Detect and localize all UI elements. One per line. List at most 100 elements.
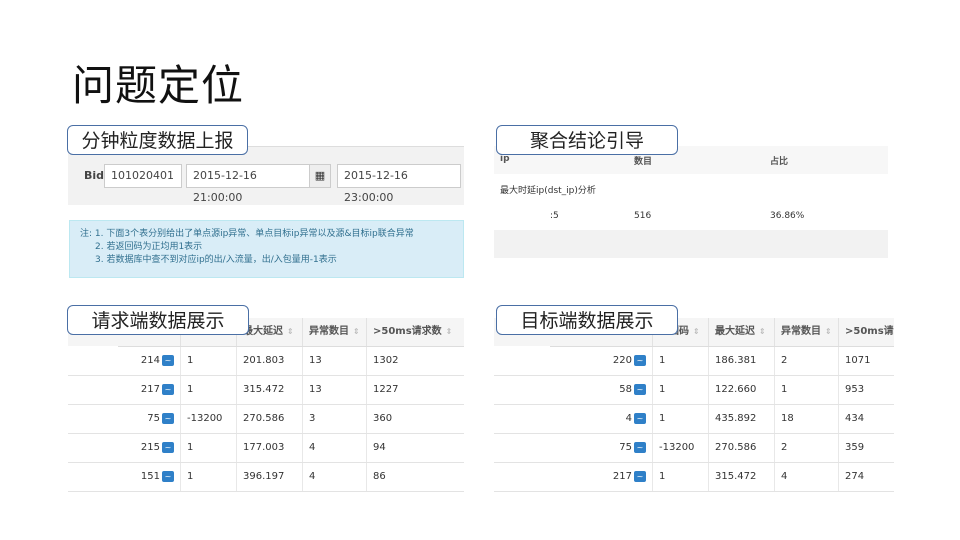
table-row[interactable]: 151 ~ 1 396.197 4 86 <box>68 463 464 492</box>
line-chart-icon[interactable]: ~ <box>634 470 646 482</box>
abnormal-cell: 4 <box>302 434 315 462</box>
calendar-icon[interactable]: ▦ <box>309 164 331 188</box>
max-delay-cell: 396.197 <box>236 463 284 491</box>
sort-icon[interactable]: ⇕ <box>693 327 700 336</box>
table-row[interactable]: 75 ~ -13200 270.586 2 359 <box>494 434 894 463</box>
table-row[interactable]: 4 ~ 1 435.892 18 434 <box>494 405 894 434</box>
table-row[interactable]: 217 ~ 1 315.472 13 1227 <box>68 376 464 405</box>
ip-cell: 151 ~ <box>68 463 174 491</box>
table-row[interactable]: 58 ~ 1 122.660 1 953 <box>494 376 894 405</box>
line-chart-icon[interactable]: ~ <box>634 441 646 453</box>
request-table: 最大延迟 ⇕ 异常数目 ⇕ >50ms请求数 ⇕ 214 ~ 1 201.803 13 … <box>68 318 464 492</box>
abnormal-cell: 1 <box>774 376 787 404</box>
over50-cell: 94 <box>366 434 386 462</box>
abnormal-cell: 18 <box>774 405 794 433</box>
note-box: 注: 1. 下面3个表分别给出了单点源ip异常、单点目标ip异常以及源&目标ip… <box>69 220 464 278</box>
table-row[interactable]: 220 ~ 1 186.381 2 1071 <box>494 347 894 376</box>
max-delay-cell: 201.803 <box>236 347 284 375</box>
aggregation-subtitle-row: 最大时延ip(dst_ip)分析 <box>494 174 888 203</box>
abnormal-cell: 3 <box>302 405 315 433</box>
over50-cell: 434 <box>838 405 864 433</box>
tgt-th-over50[interactable]: >50ms请求 <box>838 318 894 346</box>
aggregation-footer <box>494 230 888 258</box>
page-title: 问题定位 <box>72 61 245 110</box>
tgt-th-max-delay[interactable]: 最大延迟 ⇕ <box>708 318 774 346</box>
req-th-abnormal[interactable]: 异常数目 ⇕ <box>302 318 366 346</box>
code-cell: -13200 <box>652 434 694 462</box>
note-line-3: 3. 若数据库中查不到对应ip的出/入流量，出/入包量用-1表示 <box>95 255 337 265</box>
label-minute-report: 分钟粒度数据上报 <box>67 125 248 155</box>
table-row[interactable]: 214 ~ 1 201.803 13 1302 <box>68 347 464 376</box>
code-cell: 1 <box>652 376 665 404</box>
abnormal-cell: 13 <box>302 376 322 404</box>
label-request-side: 请求端数据展示 <box>67 305 249 335</box>
line-chart-icon[interactable]: ~ <box>162 383 174 395</box>
note-line-1: 注: 1. 下面3个表分别给出了单点源ip异常、单点目标ip异常以及源&目标ip… <box>80 229 414 239</box>
abnormal-cell: 13 <box>302 347 322 375</box>
sort-icon[interactable]: ⇕ <box>759 327 766 336</box>
abnormal-cell: 4 <box>302 463 315 491</box>
line-chart-icon[interactable]: ~ <box>634 412 646 424</box>
line-chart-icon[interactable]: ~ <box>162 412 174 424</box>
sort-icon[interactable]: ⇕ <box>825 327 832 336</box>
abnormal-cell: 2 <box>774 434 787 462</box>
over50-cell: 274 <box>838 463 864 491</box>
note-line-2: 2. 若返回码为正均用1表示 <box>95 242 203 252</box>
table-row[interactable]: 215 ~ 1 177.003 4 94 <box>68 434 464 463</box>
over50-cell: 86 <box>366 463 386 491</box>
code-cell: 1 <box>180 463 193 491</box>
bid-input[interactable]: 101020401 <box>104 164 182 188</box>
label-target-side: 目标端数据展示 <box>496 305 678 335</box>
line-chart-icon[interactable]: ~ <box>162 470 174 482</box>
max-delay-cell: 177.003 <box>236 434 284 462</box>
max-delay-cell: 315.472 <box>236 376 284 404</box>
table-row[interactable]: 75 ~ -13200 270.586 3 360 <box>68 405 464 434</box>
agg-subtitle: 最大时延ip(dst_ip)分析 <box>500 186 596 196</box>
code-cell: 1 <box>652 463 665 491</box>
agg-header-ratio: 占比 <box>770 157 789 167</box>
aggregation-row: :5 516 36.86% <box>494 202 888 231</box>
line-chart-icon[interactable]: ~ <box>162 354 174 366</box>
agg-row-ip: :5 <box>550 211 559 221</box>
ip-cell: 75 ~ <box>68 405 174 433</box>
sort-icon[interactable]: ⇕ <box>446 327 453 336</box>
line-chart-icon[interactable]: ~ <box>634 354 646 366</box>
ip-cell: 217 ~ <box>68 376 174 404</box>
start-time-input[interactable]: 2015-12-16 21:00:00 <box>186 164 310 204</box>
ip-cell: 4 ~ <box>494 405 646 433</box>
code-cell: -13200 <box>180 405 222 433</box>
agg-row-count: 516 <box>634 211 652 221</box>
code-cell: 1 <box>652 405 665 433</box>
sort-icon[interactable]: ⇕ <box>353 327 360 336</box>
over50-cell: 1227 <box>366 376 398 404</box>
req-th-over50[interactable]: >50ms请求数 ⇕ <box>366 318 464 346</box>
tgt-th-abnormal[interactable]: 异常数目 ⇕ <box>774 318 838 346</box>
over50-cell: 1302 <box>366 347 398 375</box>
max-delay-cell: 435.892 <box>708 405 756 433</box>
line-chart-icon[interactable]: ~ <box>634 383 646 395</box>
code-cell: 1 <box>180 347 193 375</box>
over50-cell: 359 <box>838 434 864 462</box>
max-delay-cell: 315.472 <box>708 463 756 491</box>
ip-cell: 215 ~ <box>68 434 174 462</box>
over50-cell: 953 <box>838 376 864 404</box>
ip-cell: 58 ~ <box>494 376 646 404</box>
code-cell: 1 <box>180 434 193 462</box>
max-delay-cell: 270.586 <box>236 405 284 433</box>
aggregation-panel: ip 数目 占比 最大时延ip(dst_ip)分析 :5 516 36.86% <box>494 146 888 258</box>
max-delay-cell: 122.660 <box>708 376 756 404</box>
agg-header-ip: ip <box>500 154 510 164</box>
max-delay-cell: 270.586 <box>708 434 756 462</box>
code-cell: 1 <box>180 376 193 404</box>
end-time-input[interactable]: 2015-12-16 23:00:00 <box>337 164 461 204</box>
abnormal-cell: 2 <box>774 347 787 375</box>
code-cell: 1 <box>652 347 665 375</box>
line-chart-icon[interactable]: ~ <box>162 441 174 453</box>
bid-label: Bid <box>84 169 105 182</box>
over50-cell: 360 <box>366 405 392 433</box>
sort-icon[interactable]: ⇕ <box>287 327 294 336</box>
max-delay-cell: 186.381 <box>708 347 756 375</box>
ip-cell: 220 ~ <box>494 347 646 375</box>
table-row[interactable]: 217 ~ 1 315.472 4 274 <box>494 463 894 492</box>
ip-cell: 217 ~ <box>494 463 646 491</box>
